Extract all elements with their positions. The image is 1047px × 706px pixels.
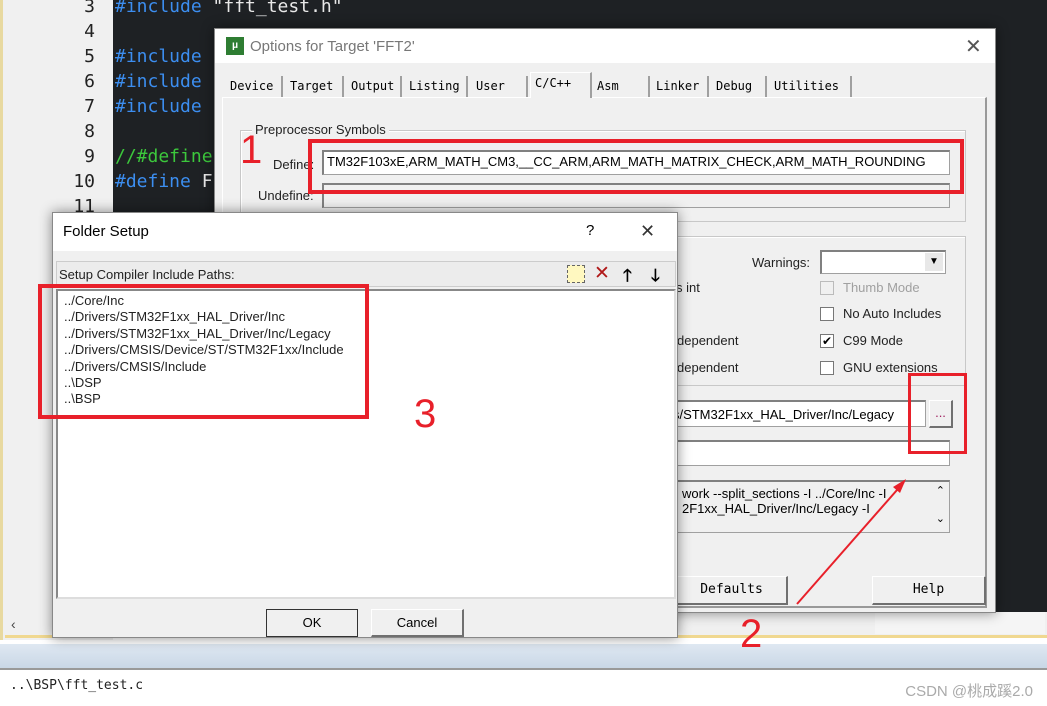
tab-cc[interactable]: C/C++ xyxy=(530,72,592,98)
annotation-arrow xyxy=(796,479,906,605)
